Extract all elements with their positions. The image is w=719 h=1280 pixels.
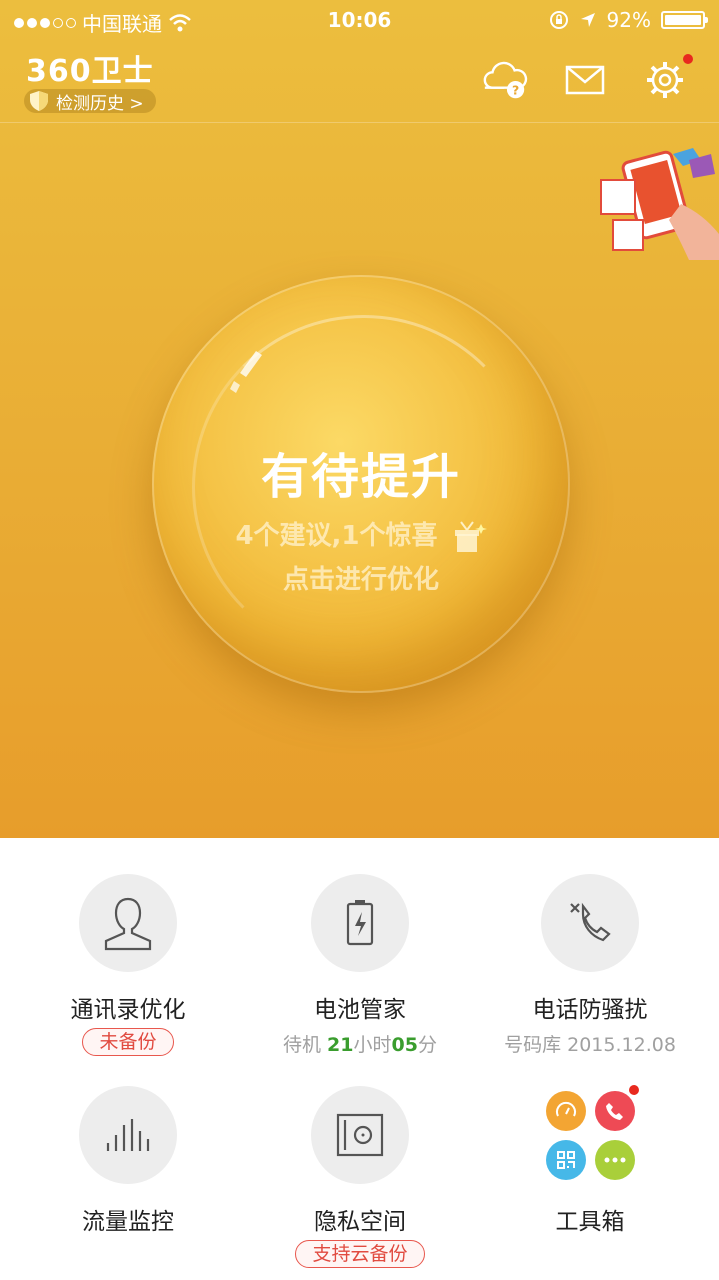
status-bar: 中国联通 10:06 92% <box>0 0 719 40</box>
suggestion-summary: 4个建议,1个惊喜 <box>152 515 570 554</box>
privacy-tag: 支持云备份 <box>295 1240 425 1268</box>
cloud-help-icon: ? <box>483 61 528 99</box>
mail-button[interactable] <box>561 58 609 102</box>
more-icon <box>595 1140 635 1180</box>
shake-promo[interactable] <box>593 134 719 260</box>
tile-privacy[interactable]: 隐私空间 支持云备份 <box>240 1086 480 1268</box>
feature-grid: 通讯录优化 未备份 电池管家 待机 21小时05分 电话防骚扰 号码库 2015… <box>0 838 719 1280</box>
lock-rotation-icon <box>549 11 568 29</box>
tile-contacts[interactable]: 通讯录优化 未备份 <box>8 874 248 1056</box>
contact-person-icon <box>104 897 152 951</box>
battery-icon <box>661 11 708 29</box>
shake-phone-icon <box>600 148 719 260</box>
battery-circle <box>311 874 409 972</box>
header-divider <box>0 122 719 123</box>
tile-traffic[interactable]: 流量监控 <box>8 1086 248 1236</box>
phone-icon <box>595 1085 639 1131</box>
contacts-label: 通讯录优化 <box>70 997 186 1023</box>
battery-standby: 待机 21小时05分 <box>240 1030 480 1057</box>
mail-icon <box>565 65 605 95</box>
traffic-label: 流量监控 <box>82 1209 174 1235</box>
app-logo: 360卫士 <box>26 54 154 89</box>
privacy-circle <box>311 1086 409 1184</box>
phone-block-icon <box>570 902 611 942</box>
toolbox-grid <box>541 1085 639 1184</box>
tile-toolbox[interactable]: 工具箱 <box>470 1085 710 1236</box>
suggestion-text: 4个建议,1个惊喜 <box>235 521 438 551</box>
header-actions: ? <box>481 54 693 102</box>
optimize-bubble[interactable]: 有待提升 4个建议,1个惊喜 点击进行优化 <box>152 275 570 693</box>
shield-icon <box>30 91 48 111</box>
location-arrow-icon <box>580 13 595 27</box>
traffic-circle <box>79 1086 177 1184</box>
anti-harass-circle <box>541 874 639 972</box>
cloud-help-button[interactable]: ? <box>481 58 529 102</box>
speedometer-icon <box>546 1091 586 1131</box>
standby-hours-unit: 小时 <box>353 1034 392 1056</box>
toolbox-notification-dot <box>629 1085 639 1095</box>
tile-anti-harass[interactable]: 电话防骚扰 号码库 2015.12.08 <box>470 874 710 1057</box>
battery-charge-icon <box>346 900 374 946</box>
anti-harass-label: 电话防骚扰 <box>532 997 648 1023</box>
standby-prefix: 待机 <box>283 1034 328 1056</box>
bubble-gloss <box>230 351 262 393</box>
safe-icon <box>336 1113 384 1157</box>
standby-hours: 21 <box>327 1034 354 1056</box>
status-title: 有待提升 <box>260 449 461 505</box>
gear-icon <box>647 62 683 98</box>
toolbox-label: 工具箱 <box>555 1209 625 1235</box>
settings-notification-dot <box>683 54 693 64</box>
battery-label: 电池管家 <box>314 997 406 1023</box>
history-label: 检测历史 > <box>56 93 144 114</box>
status-right: 92% <box>549 8 708 32</box>
standby-minutes-unit: 分 <box>417 1034 437 1056</box>
battery-percent: 92% <box>606 8 651 32</box>
qr-icon <box>546 1140 586 1180</box>
standby-minutes: 05 <box>391 1034 418 1056</box>
gift-icon <box>454 520 487 552</box>
traffic-bars-icon <box>106 1119 150 1151</box>
anti-harass-sub: 号码库 2015.12.08 <box>504 1034 676 1056</box>
history-button[interactable]: 检测历史 > <box>24 89 156 114</box>
optimize-hint: 点击进行优化 <box>282 565 439 595</box>
contacts-circle <box>79 874 177 972</box>
tile-battery[interactable]: 电池管家 待机 21小时05分 <box>240 874 480 1057</box>
settings-button[interactable] <box>641 54 693 102</box>
svg-text:?: ? <box>512 82 519 97</box>
contacts-tag: 未备份 <box>82 1028 174 1056</box>
privacy-label: 隐私空间 <box>314 1209 406 1235</box>
